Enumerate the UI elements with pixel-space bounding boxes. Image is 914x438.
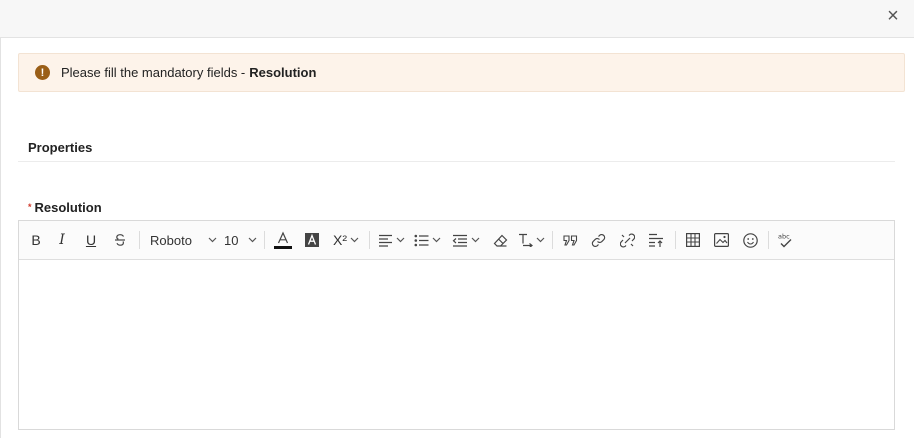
strikethrough-icon bbox=[115, 234, 125, 246]
toolbar-separator bbox=[768, 231, 769, 249]
highlight-color-icon bbox=[305, 233, 319, 247]
alert-field-name: Resolution bbox=[249, 65, 317, 80]
bullet-list-icon bbox=[414, 234, 428, 246]
toolbar-separator bbox=[264, 231, 265, 249]
image-icon bbox=[713, 233, 729, 247]
insert-emoji-button[interactable] bbox=[736, 228, 764, 252]
unlink-icon bbox=[619, 233, 635, 247]
superscript-icon: X² bbox=[333, 232, 347, 248]
superscript-button[interactable]: X² bbox=[327, 228, 365, 252]
eraser-icon bbox=[493, 234, 507, 247]
text-color-button[interactable] bbox=[269, 228, 297, 252]
bold-button[interactable]: B bbox=[25, 228, 47, 252]
divider bbox=[0, 38, 1, 438]
chevron-down-icon bbox=[249, 237, 257, 243]
table-icon bbox=[686, 233, 700, 247]
toolbar-separator bbox=[139, 231, 140, 249]
align-left-icon bbox=[378, 234, 392, 247]
bold-icon: B bbox=[31, 232, 41, 248]
toolbar-separator bbox=[675, 231, 676, 249]
italic-button[interactable]: I bbox=[47, 228, 77, 252]
quote-icon bbox=[562, 234, 577, 246]
chevron-down-icon bbox=[396, 237, 404, 243]
svg-text:abc: abc bbox=[778, 233, 790, 241]
insert-table-button[interactable] bbox=[680, 228, 706, 252]
editor-toolbar: B I U Roboto 10 X² abc bbox=[19, 221, 894, 260]
clear-formatting-button[interactable] bbox=[486, 228, 514, 252]
strikethrough-button[interactable] bbox=[105, 228, 135, 252]
alert-message: Please fill the mandatory fields - bbox=[61, 65, 246, 80]
section-divider bbox=[18, 161, 895, 162]
text-direction-button[interactable] bbox=[514, 228, 548, 252]
underline-icon: U bbox=[85, 232, 97, 248]
outdent-icon bbox=[452, 234, 467, 247]
list-button[interactable] bbox=[408, 228, 446, 252]
exclamation-icon: ! bbox=[35, 65, 50, 80]
chevron-down-icon bbox=[432, 237, 440, 243]
toolbar-separator bbox=[369, 231, 370, 249]
text-direction-icon bbox=[518, 233, 533, 247]
resolution-label: * Resolution bbox=[28, 200, 102, 215]
italic-icon: I bbox=[59, 232, 65, 248]
editor-content-area[interactable] bbox=[19, 260, 894, 430]
section-title: Properties bbox=[28, 140, 93, 155]
chevron-down-icon bbox=[536, 237, 544, 243]
spell-check-icon: abc bbox=[778, 233, 792, 248]
underline-button[interactable]: U bbox=[77, 228, 105, 252]
unlink-button[interactable] bbox=[613, 228, 641, 252]
link-icon bbox=[591, 233, 605, 247]
close-icon: × bbox=[887, 4, 899, 27]
font-size-value: 10 bbox=[224, 232, 239, 248]
insert-link-button[interactable] bbox=[583, 228, 613, 252]
font-family-select[interactable]: Roboto bbox=[144, 228, 218, 252]
line-spacing-button[interactable] bbox=[641, 228, 671, 252]
spell-check-button[interactable]: abc bbox=[773, 228, 797, 252]
line-spacing-icon bbox=[649, 233, 663, 247]
chevron-down-icon bbox=[208, 237, 217, 243]
font-size-select[interactable]: 10 bbox=[218, 228, 260, 252]
align-button[interactable] bbox=[374, 228, 408, 252]
emoji-icon bbox=[742, 232, 758, 248]
background-color-button[interactable] bbox=[297, 228, 327, 252]
text-color-icon bbox=[274, 231, 292, 249]
chevron-down-icon bbox=[350, 237, 359, 243]
close-button[interactable]: × bbox=[882, 5, 904, 27]
toolbar-separator bbox=[552, 231, 553, 249]
resolution-editor: B I U Roboto 10 X² abc bbox=[18, 220, 895, 430]
insert-image-button[interactable] bbox=[706, 228, 736, 252]
required-indicator: * bbox=[28, 202, 32, 212]
font-family-value: Roboto bbox=[150, 232, 192, 248]
dialog-header: × bbox=[0, 0, 914, 38]
mandatory-fields-alert: ! Please fill the mandatory fields - Res… bbox=[18, 53, 905, 92]
resolution-label-text: Resolution bbox=[34, 200, 102, 215]
indent-button[interactable] bbox=[446, 228, 486, 252]
chevron-down-icon bbox=[471, 237, 480, 243]
blockquote-button[interactable] bbox=[557, 228, 583, 252]
